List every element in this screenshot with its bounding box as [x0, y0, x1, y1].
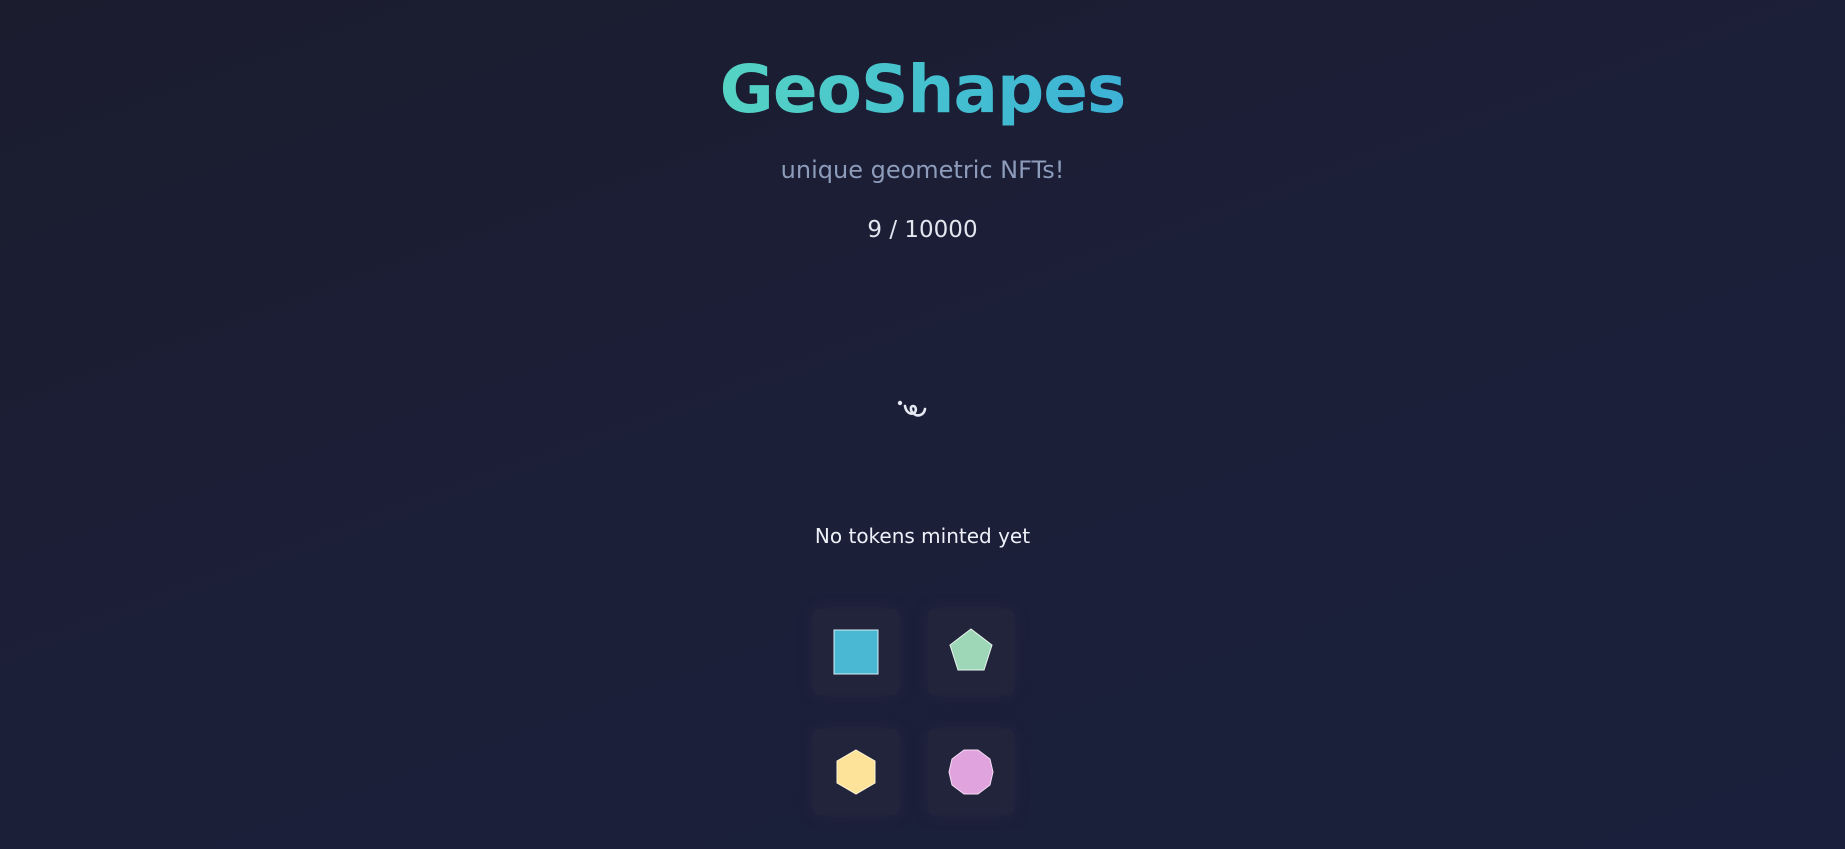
app-title: GeoShapes	[0, 46, 1845, 134]
empty-tokens-message: No tokens minted yet	[814, 524, 1031, 548]
spinner-icon	[897, 397, 931, 425]
shape-tile-hexagon[interactable]	[813, 729, 899, 815]
shape-tile-pentagon[interactable]	[928, 609, 1014, 695]
shape-tile-octagon[interactable]	[928, 729, 1014, 815]
octagon-icon	[948, 749, 994, 795]
app-subtitle: unique geometric NFTs!	[780, 156, 1065, 184]
hexagon-icon	[836, 749, 876, 795]
app-title-text: GeoShapes	[719, 51, 1127, 128]
shape-tile-square[interactable]	[813, 609, 899, 695]
pentagon-icon	[949, 628, 993, 671]
minted-counter: 9 / 10000	[867, 217, 978, 243]
square-icon	[833, 629, 879, 675]
